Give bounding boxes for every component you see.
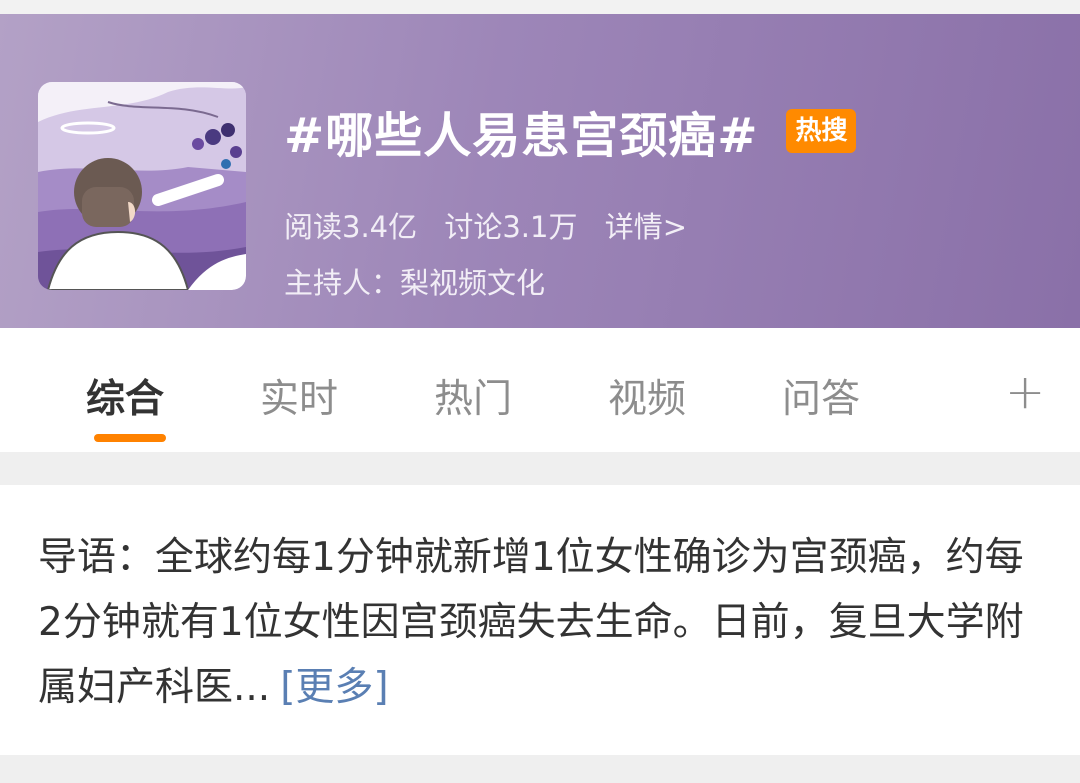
hot-search-badge: 热搜 (786, 109, 857, 153)
active-tab-indicator (94, 434, 166, 442)
topic-thumbnail[interactable] (38, 82, 246, 290)
more-link[interactable]: [更多] (280, 665, 388, 710)
topic-host: 主持人：梨视频文化 (284, 266, 546, 300)
status-strip (0, 0, 1080, 14)
topic-header: #哪些人易患宫颈癌# 热搜 阅读3.4亿 讨论3.1万 详情> 主持人：梨视频文… (0, 14, 1080, 328)
intro-text-block: 导语：全球约每1分钟就新增1位女性确诊为宫颈癌，约每2分钟就有1位女性因宫颈癌失… (38, 525, 1048, 720)
topic-stats: 阅读3.4亿 讨论3.1万 详情> (284, 204, 705, 246)
tab-fade (900, 328, 960, 452)
tab-qa[interactable]: 问答 (782, 368, 860, 424)
intro-text: 导语：全球约每1分钟就新增1位女性确诊为宫颈癌，约每2分钟就有1位女性因宫颈癌失… (38, 535, 1024, 710)
tab-video[interactable]: 视频 (608, 368, 686, 424)
read-count: 阅读3.4亿 (284, 210, 418, 244)
add-tab-icon[interactable]: + (1005, 364, 1045, 420)
topic-illustration (38, 82, 246, 290)
tab-popular[interactable]: 热门 (434, 368, 512, 424)
tab-realtime[interactable]: 实时 (260, 368, 338, 424)
topic-intro-card: 导语：全球约每1分钟就新增1位女性确诊为宫颈癌，约每2分钟就有1位女性因宫颈癌失… (0, 485, 1080, 755)
tab-bar: 综合 实时 热门 视频 问答 + (0, 328, 1080, 452)
details-link[interactable]: 详情> (605, 210, 687, 244)
discussion-count: 讨论3.1万 (444, 210, 578, 244)
tab-comprehensive[interactable]: 综合 (86, 368, 164, 424)
topic-title: #哪些人易患宫颈癌# (284, 108, 759, 164)
